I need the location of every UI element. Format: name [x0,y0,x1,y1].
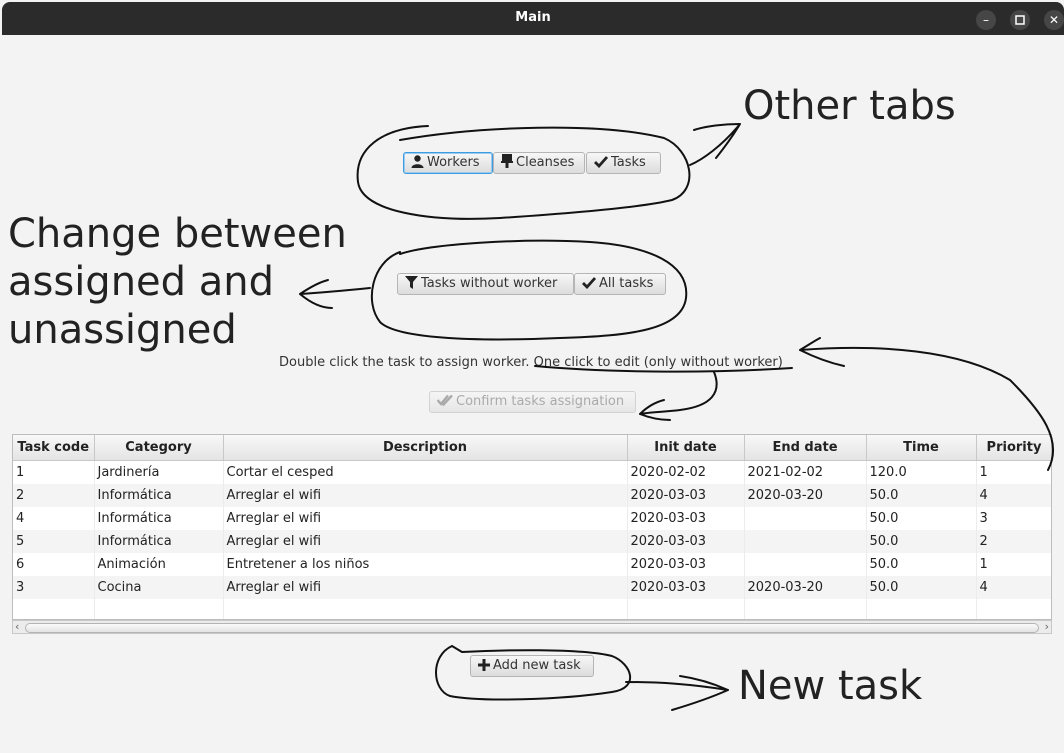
cell-task-code: 3 [13,576,95,599]
confirm-assignation-button[interactable]: Confirm tasks assignation [429,391,636,413]
cell-end-date [744,530,867,553]
double-check-icon [436,394,453,407]
cell-time: 50.0 [866,484,977,507]
cell-init-date: 2020-03-03 [627,530,745,553]
annotation-change-line-3: unassigned [8,307,237,353]
workers-tab-label: Workers [427,155,480,170]
cell-task-code: 4 [13,507,95,530]
arrow-change-between [299,279,371,309]
column-header-category[interactable]: Category [94,435,224,461]
table-row-empty [13,599,1051,619]
cell-task-code: 2 [13,484,95,507]
cell-time: 50.0 [866,576,977,599]
table-row[interactable]: 3 Cocina Arreglar el wifi 2020-03-03 202… [13,576,1051,599]
tasks-without-worker-label: Tasks without worker [421,276,558,291]
cell-priority: 1 [976,460,1051,484]
annotation-other-tabs: Other tabs [743,83,956,129]
assign-hint-text: Double click the task to assign worker. … [279,355,783,370]
horizontal-scrollbar[interactable]: ‹ › [12,620,1052,634]
paint-brush-icon [501,154,513,168]
cell-priority: 4 [976,484,1051,507]
cell-priority: 4 [976,576,1051,599]
scrollbar-thumb[interactable] [25,623,1039,633]
add-new-task-button[interactable]: Add new task [470,655,594,677]
column-header-init-date[interactable]: Init date [627,435,745,461]
cell-priority: 3 [976,507,1051,530]
cell-category: Jardinería [94,460,224,484]
cleanses-tab-label: Cleanses [516,155,575,170]
cell-category: Informática [94,530,224,553]
cell-end-date: 2020-03-20 [744,576,867,599]
cell-time: 120.0 [866,460,977,484]
column-header-priority[interactable]: Priority [976,435,1051,461]
workers-tab-button[interactable]: Workers [403,152,493,174]
scroll-right-icon[interactable]: › [1045,620,1049,633]
cell-description: Arreglar el wifi [223,530,628,553]
cell-description: Entretener a los niños [223,553,628,576]
cell-end-date: 2020-03-20 [744,484,867,507]
annotation-new-task: New task [738,663,923,709]
table-header-row: Task code Category Description Init date… [13,435,1051,461]
cell-category: Cocina [94,576,224,599]
arrow-confirm [639,371,718,421]
add-new-task-label: Add new task [493,658,581,673]
close-icon[interactable]: ✕ [1044,10,1064,30]
maximize-icon[interactable] [1010,10,1030,30]
cell-time: 50.0 [866,507,977,530]
cell-description: Cortar el cesped [223,460,628,484]
cell-end-date [744,507,867,530]
tasks-tab-button[interactable]: Tasks [586,152,661,174]
cell-time: 50.0 [866,553,977,576]
cell-init-date: 2020-03-03 [627,484,745,507]
all-tasks-button[interactable]: All tasks [574,273,666,295]
cell-category: Animación [94,553,224,576]
minimize-icon[interactable]: – [976,10,996,30]
cell-end-date: 2021-02-02 [744,460,867,484]
arrow-other-tabs [689,123,741,166]
tasks-tab-label: Tasks [611,155,646,170]
filter-icon [405,276,418,289]
cell-category: Informática [94,507,224,530]
cleanses-tab-button[interactable]: Cleanses [493,152,585,174]
annotation-change-line-1: Change between [8,211,347,257]
check-icon [594,156,609,169]
cell-description: Arreglar el wifi [223,576,628,599]
table-row[interactable]: 5 Informática Arreglar el wifi 2020-03-0… [13,530,1051,553]
cell-task-code: 1 [13,460,95,484]
table-row[interactable]: 6 Animación Entretener a los niños 2020-… [13,553,1051,576]
confirm-assignation-label: Confirm tasks assignation [456,394,625,409]
cell-time: 50.0 [866,530,977,553]
check-icon [582,277,597,290]
all-tasks-label: All tasks [599,276,654,291]
scroll-left-icon[interactable]: ‹ [15,620,19,633]
cell-init-date: 2020-03-03 [627,576,745,599]
column-header-end-date[interactable]: End date [744,435,867,461]
plus-icon [478,659,490,671]
window-title: Main [515,10,551,25]
cell-priority: 2 [976,530,1051,553]
column-header-task-code[interactable]: Task code [13,435,95,461]
cell-priority: 1 [976,553,1051,576]
cell-task-code: 6 [13,553,95,576]
cell-init-date: 2020-03-03 [627,553,745,576]
cell-description: Arreglar el wifi [223,484,628,507]
column-header-description[interactable]: Description [223,435,628,461]
table-row[interactable]: 4 Informática Arreglar el wifi 2020-03-0… [13,507,1051,530]
column-header-time[interactable]: Time [866,435,977,461]
cell-category: Informática [94,484,224,507]
cell-init-date: 2020-02-02 [627,460,745,484]
arrow-new-task [625,675,729,711]
table-row[interactable]: 2 Informática Arreglar el wifi 2020-03-0… [13,484,1051,507]
cell-init-date: 2020-03-03 [627,507,745,530]
tasks-table[interactable]: Task code Category Description Init date… [12,434,1052,620]
table-row[interactable]: 1 Jardinería Cortar el cesped 2020-02-02… [13,460,1051,484]
cell-description: Arreglar el wifi [223,507,628,530]
window-titlebar: Main – ✕ [2,2,1064,35]
cell-task-code: 5 [13,530,95,553]
annotation-change-line-2: assigned and [8,259,275,305]
tasks-without-worker-button[interactable]: Tasks without worker [397,273,574,295]
user-icon [411,155,424,168]
cell-end-date [744,553,867,576]
